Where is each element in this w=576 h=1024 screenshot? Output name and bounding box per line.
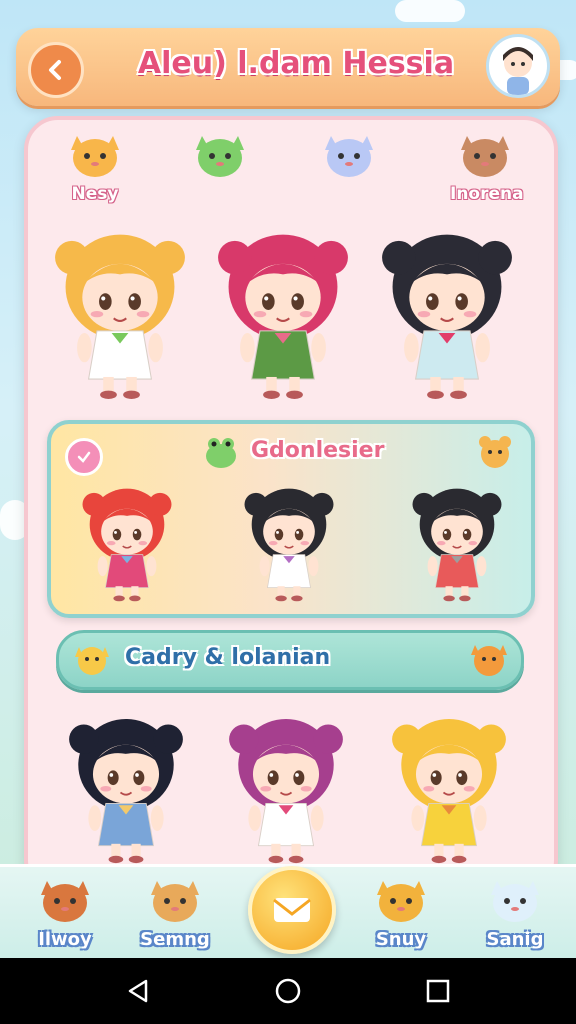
header-bar: Aleu) l.dam Hessia bbox=[16, 28, 560, 106]
nav-item[interactable]: Sanig bbox=[470, 873, 560, 950]
nav-label: Semng bbox=[140, 929, 210, 950]
chevron-left-icon bbox=[49, 60, 61, 80]
back-triangle-icon[interactable] bbox=[124, 977, 152, 1005]
chibi-character-icon bbox=[55, 234, 185, 399]
tan-bear-icon bbox=[151, 881, 199, 922]
chibi-character-icon bbox=[229, 719, 343, 864]
character-card[interactable] bbox=[222, 708, 350, 868]
nav-item[interactable]: Ilwoy bbox=[20, 873, 110, 950]
green-frog-icon bbox=[196, 136, 244, 177]
nav-item[interactable]: Semng bbox=[130, 873, 220, 950]
recents-square-icon[interactable] bbox=[424, 977, 452, 1005]
orange-bear-icon bbox=[479, 436, 511, 468]
orange-cat-icon bbox=[471, 645, 507, 676]
green-frog-icon bbox=[206, 438, 236, 468]
featured-character[interactable] bbox=[81, 480, 173, 606]
chibi-character-icon bbox=[382, 234, 512, 399]
nav-label: Sanig bbox=[486, 929, 544, 950]
character-card[interactable] bbox=[218, 222, 348, 404]
blue-cat-icon bbox=[325, 136, 373, 177]
chibi-character-icon bbox=[218, 234, 348, 399]
featured-card[interactable]: Gdonlesier bbox=[47, 420, 535, 618]
pet-item[interactable]: Inorena bbox=[450, 128, 524, 204]
featured-character[interactable] bbox=[411, 480, 503, 606]
avatar-icon bbox=[503, 47, 533, 95]
back-button[interactable] bbox=[28, 42, 84, 98]
center-action-button[interactable] bbox=[248, 866, 336, 954]
nav-label: Ilwoy bbox=[38, 929, 92, 950]
selected-check[interactable] bbox=[65, 438, 103, 476]
chibi-character-icon bbox=[82, 488, 172, 602]
character-card[interactable] bbox=[385, 708, 513, 868]
chibi-character-icon bbox=[392, 719, 506, 864]
white-cat-icon bbox=[491, 881, 539, 922]
category-label: Cadry & lolanian bbox=[125, 645, 331, 670]
page-title: Aleu) l.dam Hessia bbox=[137, 46, 455, 81]
chibi-character-icon bbox=[69, 719, 183, 864]
check-icon bbox=[77, 451, 91, 463]
featured-title: Gdonlesier bbox=[251, 438, 385, 463]
cloud bbox=[395, 0, 465, 22]
character-card[interactable] bbox=[382, 222, 512, 404]
girl-avatar-icon bbox=[461, 136, 509, 177]
category-banner[interactable]: Cadry & lolanian bbox=[56, 630, 524, 690]
character-card[interactable] bbox=[62, 708, 190, 868]
system-nav-bar bbox=[0, 958, 576, 1024]
home-circle-icon[interactable] bbox=[274, 977, 302, 1005]
envelope-icon bbox=[273, 898, 311, 922]
chibi-character-icon bbox=[244, 488, 334, 602]
pet-label: Nesy bbox=[71, 184, 119, 204]
yellow-cat-icon bbox=[75, 647, 109, 675]
nav-label: Snuy bbox=[375, 929, 427, 950]
pet-label: Inorena bbox=[450, 184, 524, 204]
character-card[interactable] bbox=[55, 222, 185, 404]
chibi-character-icon bbox=[412, 488, 502, 602]
featured-character[interactable] bbox=[243, 480, 335, 606]
pet-item[interactable]: Nesy bbox=[60, 128, 130, 204]
brown-dog-icon bbox=[41, 881, 89, 922]
orange-bear-icon bbox=[377, 881, 425, 922]
orange-cat-icon bbox=[71, 136, 119, 177]
profile-avatar[interactable] bbox=[486, 34, 550, 98]
pet-item[interactable] bbox=[185, 128, 255, 184]
nav-item[interactable]: Snuy bbox=[356, 873, 446, 950]
pet-item[interactable] bbox=[314, 128, 384, 184]
